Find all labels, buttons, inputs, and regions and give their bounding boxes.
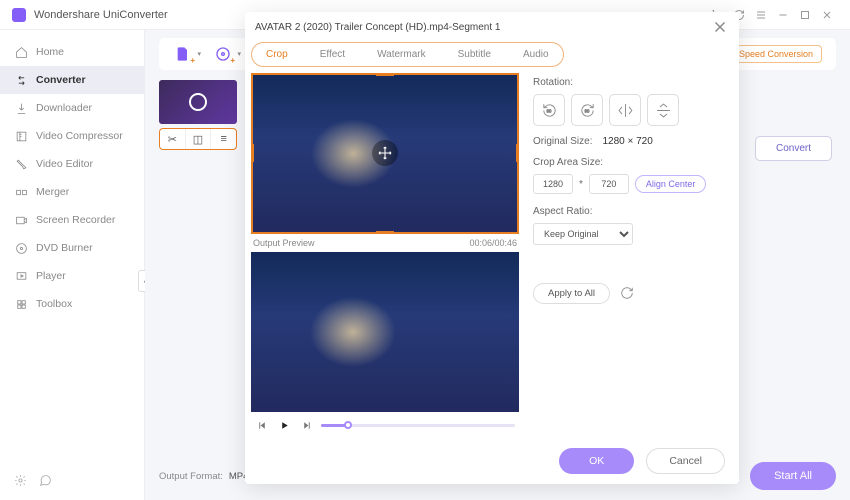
sidebar-item-player[interactable]: Player (0, 262, 144, 290)
apply-all-button[interactable]: Apply to All (533, 283, 610, 304)
maximize-button[interactable] (794, 0, 816, 30)
aspect-select[interactable]: Keep Original (533, 223, 633, 245)
compress-icon (14, 129, 28, 143)
add-file-button[interactable]: +▾ (173, 44, 193, 64)
sidebar-item-merger[interactable]: Merger (0, 178, 144, 206)
next-frame-button[interactable] (299, 418, 313, 432)
crop-width-input[interactable] (533, 174, 573, 194)
settings-icon[interactable] (14, 474, 27, 492)
flip-horizontal-button[interactable] (609, 94, 641, 126)
progress-knob[interactable] (344, 421, 352, 429)
start-all-button[interactable]: Start All (750, 462, 836, 490)
aspect-label: Aspect Ratio: (533, 206, 729, 217)
prev-frame-button[interactable] (255, 418, 269, 432)
player-controls (251, 412, 519, 438)
rotate-cw-button[interactable]: 90 (571, 94, 603, 126)
more-icon[interactable]: ≡ (210, 129, 236, 149)
sidebar-item-converter[interactable]: Converter (0, 66, 144, 94)
sidebar-item-compressor[interactable]: Video Compressor (0, 122, 144, 150)
add-dvd-button[interactable]: +▾ (213, 44, 233, 64)
time-display: 00:06/00:46 (469, 238, 517, 248)
modal-close-button[interactable] (711, 18, 729, 36)
sidebar-item-dvd[interactable]: DVD Burner (0, 234, 144, 262)
move-icon[interactable] (372, 140, 398, 166)
dvd-icon (14, 241, 28, 255)
reset-icon[interactable] (620, 286, 636, 302)
sidebar-item-editor[interactable]: Video Editor (0, 150, 144, 178)
tab-effect[interactable]: Effect (314, 47, 351, 62)
crop-handle-right[interactable] (516, 144, 519, 162)
trim-icon[interactable]: ✂ (160, 129, 185, 149)
minimize-button[interactable] (772, 0, 794, 30)
flip-vertical-button[interactable] (647, 94, 679, 126)
rotate-ccw-button[interactable]: 90 (533, 94, 565, 126)
output-preview (251, 252, 519, 413)
modal-title: AVATAR 2 (2020) Trailer Concept (HD).mp4… (255, 22, 711, 33)
clip-thumbnail[interactable] (159, 80, 237, 124)
converter-icon (14, 73, 28, 87)
convert-button[interactable]: Convert (755, 136, 832, 161)
clip-tools: ✂ ◫ ≡ (159, 128, 237, 150)
crop-handle-left[interactable] (251, 144, 254, 162)
ok-button[interactable]: OK (559, 448, 634, 474)
tab-crop[interactable]: Crop (260, 47, 294, 62)
orig-size-label: Original Size: (533, 136, 592, 147)
crop-modal: AVATAR 2 (2020) Trailer Concept (HD).mp4… (245, 12, 739, 484)
download-icon (14, 101, 28, 115)
crop-height-input[interactable] (589, 174, 629, 194)
cancel-button[interactable]: Cancel (646, 448, 725, 474)
clip-card: ✂ ◫ ≡ (159, 80, 237, 150)
toolbox-icon (14, 297, 28, 311)
close-button[interactable] (816, 0, 838, 30)
sidebar-item-toolbox[interactable]: Toolbox (0, 290, 144, 318)
sidebar-item-home[interactable]: Home (0, 38, 144, 66)
merge-icon (14, 185, 28, 199)
tab-audio[interactable]: Audio (517, 47, 555, 62)
feedback-icon[interactable] (39, 474, 52, 492)
crop-handle-bottom[interactable] (376, 231, 394, 234)
svg-text:90: 90 (546, 108, 551, 113)
svg-text:90: 90 (584, 108, 589, 113)
app-logo (12, 8, 26, 22)
record-icon (14, 213, 28, 227)
player-icon (14, 269, 28, 283)
tab-watermark[interactable]: Watermark (371, 47, 432, 62)
rotation-label: Rotation: (533, 77, 729, 88)
align-center-button[interactable]: Align Center (635, 175, 707, 193)
menu-icon[interactable] (750, 0, 772, 30)
crop-handle-top[interactable] (376, 73, 394, 76)
edit-tabs: Crop Effect Watermark Subtitle Audio (251, 42, 564, 67)
orig-size-value: 1280 × 720 (602, 136, 652, 147)
sidebar: Home Converter Downloader Video Compress… (0, 30, 145, 500)
output-preview-label: Output Preview (253, 238, 315, 248)
play-button[interactable] (277, 418, 291, 432)
crop-icon[interactable]: ◫ (185, 129, 211, 149)
tab-subtitle[interactable]: Subtitle (452, 47, 497, 62)
editor-icon (14, 157, 28, 171)
sidebar-item-recorder[interactable]: Screen Recorder (0, 206, 144, 234)
progress-bar[interactable] (321, 424, 515, 427)
sidebar-item-downloader[interactable]: Downloader (0, 94, 144, 122)
crop-size-label: Crop Area Size: (533, 157, 729, 168)
crop-preview[interactable] (251, 73, 519, 234)
home-icon (14, 45, 28, 59)
